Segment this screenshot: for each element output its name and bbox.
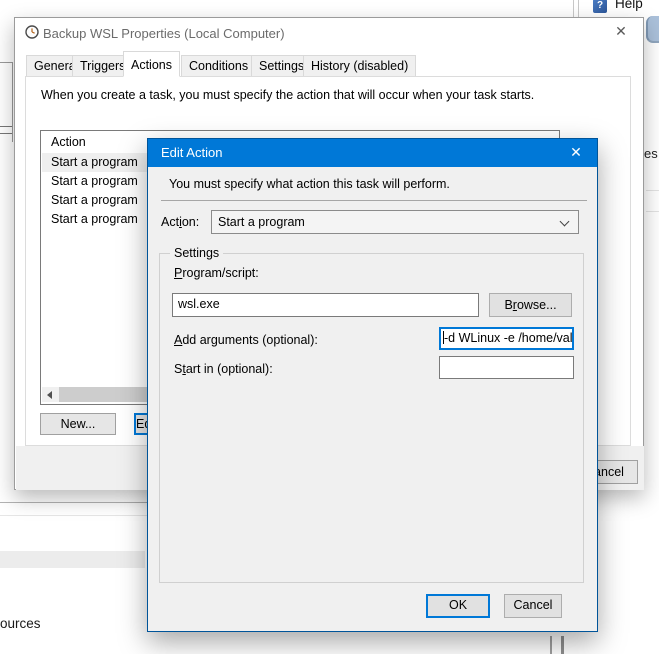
panel-edge-line xyxy=(12,62,13,142)
panel-edge-line xyxy=(0,126,12,127)
browse-button[interactable]: Browse... xyxy=(489,293,572,317)
background-row-band xyxy=(0,551,145,568)
tab-conditions[interactable]: Conditions xyxy=(181,55,256,77)
background-row-line xyxy=(0,515,147,516)
clipped-text-fragment-bottom: ources xyxy=(0,616,41,631)
list-separator-line xyxy=(646,211,659,212)
close-icon[interactable]: ✕ xyxy=(609,20,633,42)
actions-instruction-text: When you create a task, you must specify… xyxy=(41,88,534,102)
dialog-instruction-text: You must specify what action this task w… xyxy=(169,177,450,191)
program-script-input[interactable]: wsl.exe xyxy=(172,293,479,317)
chevron-down-icon xyxy=(560,217,570,227)
window-title: Backup WSL Properties (Local Computer) xyxy=(43,26,285,41)
action-dropdown-value: Start a program xyxy=(218,215,305,229)
clipped-text-fragment-right: es xyxy=(644,146,658,161)
action-dropdown[interactable]: Start a program xyxy=(211,210,579,234)
dialog-title: Edit Action xyxy=(161,139,222,167)
add-arguments-label: Add arguments (optional): xyxy=(174,333,318,347)
tab-actions[interactable]: Actions xyxy=(123,51,180,77)
start-in-input[interactable] xyxy=(439,356,574,379)
task-clock-icon xyxy=(25,25,39,42)
separator-line xyxy=(161,200,587,201)
window-edge-fragment xyxy=(646,16,659,43)
settings-group-label: Settings xyxy=(170,246,223,260)
settings-group: Settings Program/script: wsl.exe Browse.… xyxy=(159,253,584,583)
panel-edge-line xyxy=(0,133,12,134)
cancel-button[interactable]: Cancel xyxy=(504,594,562,618)
dialog-close-icon[interactable]: ✕ xyxy=(556,139,596,167)
list-separator-line xyxy=(646,190,659,191)
help-menu-item[interactable]: Help xyxy=(615,0,643,11)
new-button[interactable]: New... xyxy=(40,413,116,435)
background-scrollbar-fragment xyxy=(550,636,552,654)
ok-button[interactable]: OK xyxy=(426,594,490,618)
add-arguments-input[interactable]: -d WLinux -e /home/val xyxy=(439,327,574,350)
help-icon[interactable]: ? xyxy=(593,0,607,13)
actions-list-header: Action xyxy=(51,135,86,149)
background-row-line xyxy=(0,502,147,503)
scroll-left-arrow-icon[interactable] xyxy=(42,387,59,402)
edit-action-dialog: Edit Action ✕ You must specify what acti… xyxy=(147,138,598,632)
action-label: Action: xyxy=(161,215,199,229)
dialog-titlebar: Edit Action ✕ xyxy=(148,139,597,167)
start-in-label: Start in (optional): xyxy=(174,362,273,376)
background-scrollbar-fragment xyxy=(561,636,564,654)
tab-history[interactable]: History (disabled) xyxy=(303,55,416,77)
program-script-label: Program/script: xyxy=(174,266,259,280)
